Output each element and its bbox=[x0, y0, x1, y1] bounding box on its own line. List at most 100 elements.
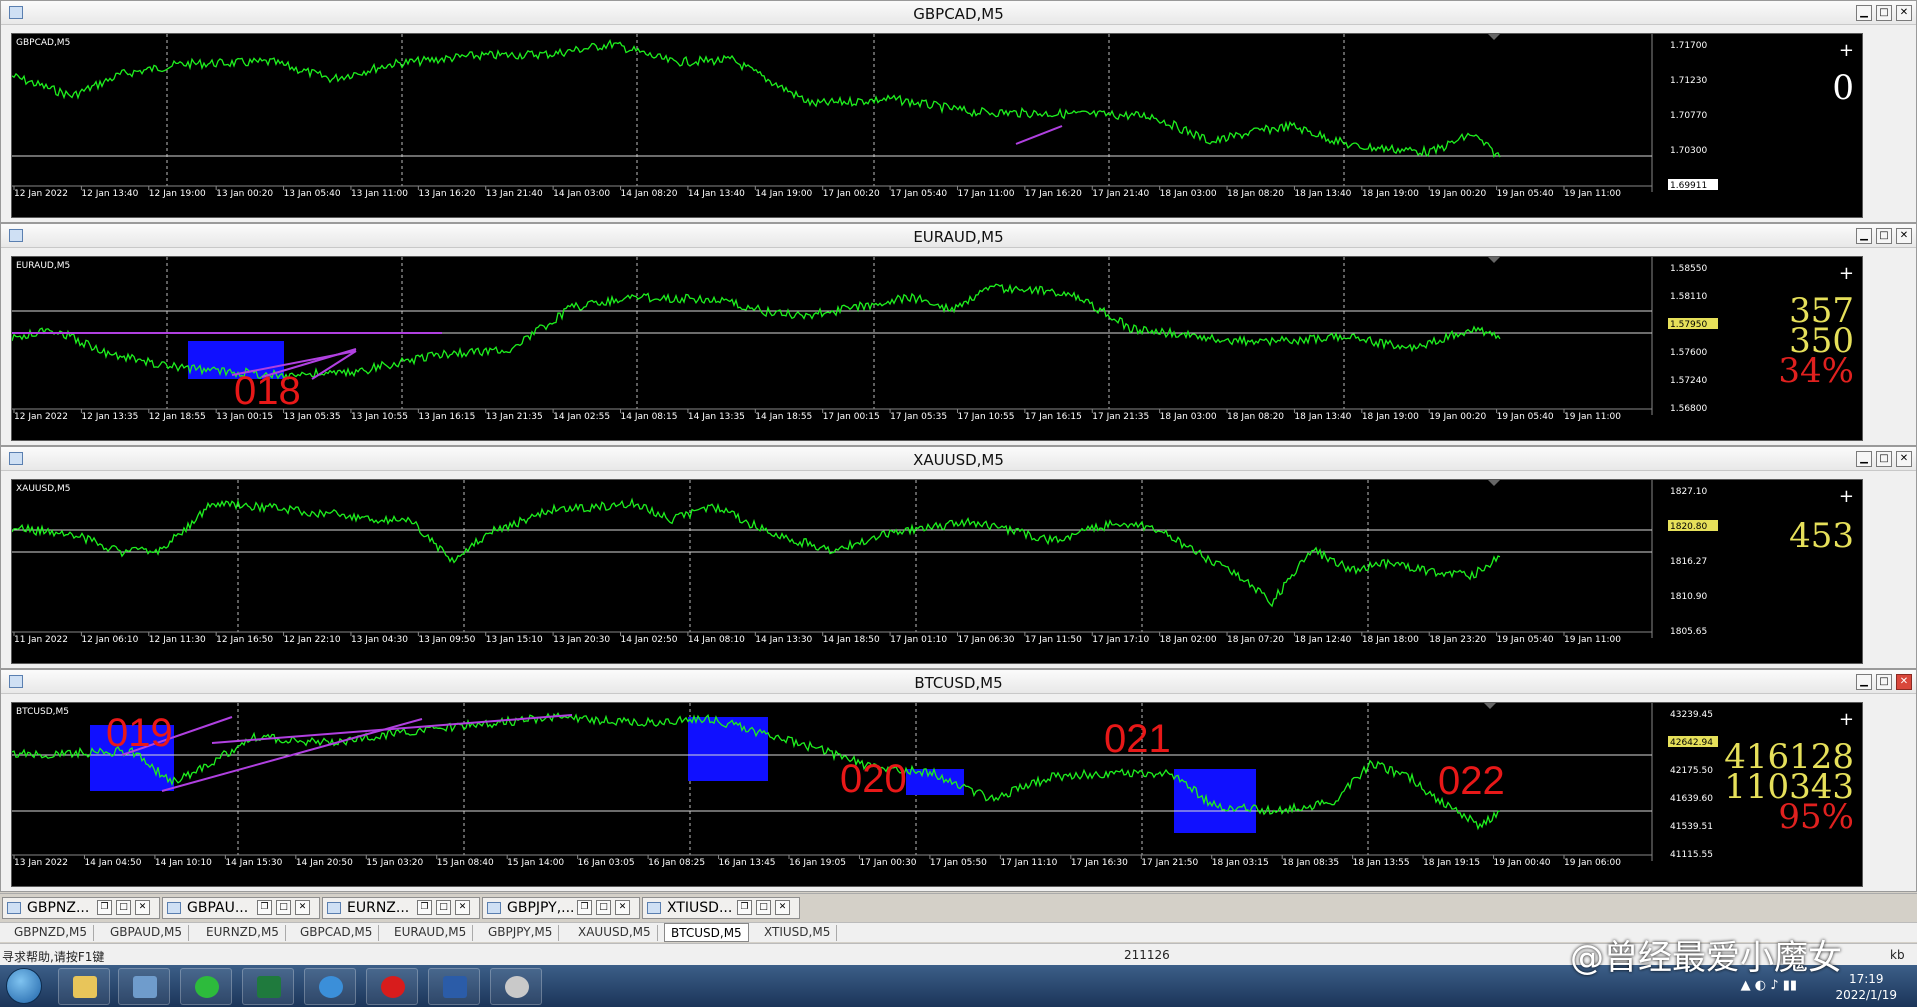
time-axis-label: 16 Jan 13:45 bbox=[719, 858, 776, 868]
maximize-button[interactable]: □ bbox=[756, 900, 771, 915]
restore-button[interactable]: ❐ bbox=[577, 900, 592, 915]
price-chart[interactable]: BTCUSD,M5 + 43239.45 42642.94 42175.50 4163… bbox=[11, 702, 1863, 887]
trend-line bbox=[211, 714, 573, 744]
close-button[interactable]: ✕ bbox=[775, 900, 790, 915]
price-series-line bbox=[12, 38, 1501, 159]
chart-tab[interactable]: XAUUSD,M5 bbox=[572, 925, 658, 941]
chart-tab[interactable]: EURNZD,M5 bbox=[200, 925, 286, 941]
time-axis-label: 14 Jan 20:50 bbox=[296, 858, 353, 868]
restore-button[interactable]: ❐ bbox=[257, 900, 272, 915]
time-axis-label: 12 Jan 2022 bbox=[14, 189, 68, 199]
maximize-button[interactable]: □ bbox=[276, 900, 291, 915]
close-button[interactable]: ✕ bbox=[295, 900, 310, 915]
time-axis-label: 16 Jan 08:25 bbox=[648, 858, 705, 868]
maximize-button[interactable]: □ bbox=[1876, 674, 1892, 690]
chart-tab[interactable]: XTIUSD,M5 bbox=[758, 925, 838, 941]
crosshair-icon[interactable]: + bbox=[1839, 263, 1854, 284]
time-axis-label: 14 Jan 03:00 bbox=[553, 189, 610, 199]
crosshair-icon[interactable]: + bbox=[1839, 40, 1854, 61]
price-chart[interactable]: XAUUSD,M5 + 1827.10 1820.80 1816.27 1810.90… bbox=[11, 479, 1863, 664]
chart-window-xauusd[interactable]: XAUUSD,M5 ▁ □ ✕ XAUUSD,M5 + 1827.10 1820.… bbox=[0, 446, 1917, 669]
chart-shift-marker-icon[interactable] bbox=[1488, 480, 1500, 486]
minimize-button[interactable]: ▁ bbox=[1856, 228, 1872, 244]
minimize-button[interactable]: ▁ bbox=[1856, 674, 1872, 690]
time-axis-label: 14 Jan 04:50 bbox=[84, 858, 141, 868]
close-button[interactable]: ✕ bbox=[615, 900, 630, 915]
minimized-window-tab[interactable]: EURNZ... ❐ □ ✕ bbox=[322, 897, 480, 919]
price-chart[interactable]: EURAUD,M5 + 1.58550 1.58110 1.57950 1.57600… bbox=[11, 256, 1863, 441]
time-axis-label: 17 Jan 16:30 bbox=[1071, 858, 1128, 868]
close-button[interactable]: ✕ bbox=[1896, 451, 1912, 467]
time-axis-label: 18 Jan 19:15 bbox=[1423, 858, 1480, 868]
system-tray-icons[interactable]: ▲ ◐ ♪ ▮▮ bbox=[1741, 978, 1797, 993]
minimize-button[interactable]: ▁ bbox=[1856, 451, 1872, 467]
wechat-app-icon[interactable] bbox=[180, 968, 232, 1005]
window-titlebar[interactable]: EURAUD,M5 ▁ □ ✕ bbox=[1, 224, 1916, 248]
chart-window-gbpcad[interactable]: GBPCAD,M5 ▁ □ ✕ GBPCAD,M5 + 1.71700 1.712… bbox=[0, 0, 1917, 223]
maximize-button[interactable]: □ bbox=[1876, 228, 1892, 244]
chart-tab[interactable]: GBPJPY,M5 bbox=[482, 925, 560, 941]
window-titlebar[interactable]: GBPCAD,M5 ▁ □ ✕ bbox=[1, 1, 1916, 25]
price-axis-label: 1816.27 bbox=[1670, 557, 1707, 567]
restore-button[interactable]: ❐ bbox=[417, 900, 432, 915]
chart-shift-marker-icon[interactable] bbox=[1488, 34, 1500, 40]
maximize-button[interactable]: □ bbox=[436, 900, 451, 915]
chart-shift-marker-icon[interactable] bbox=[1484, 703, 1496, 709]
opera-app-icon[interactable] bbox=[366, 968, 418, 1005]
chart-window-icon bbox=[167, 902, 181, 914]
restore-button[interactable]: ❐ bbox=[97, 900, 112, 915]
chart-window-icon bbox=[487, 902, 501, 914]
time-axis-label: 17 Jan 00:30 bbox=[859, 858, 916, 868]
chart-tab[interactable]: GBPNZD,M5 bbox=[8, 925, 95, 941]
start-button-icon[interactable] bbox=[6, 968, 42, 1004]
time-axis-label: 17 Jan 21:35 bbox=[1092, 412, 1149, 422]
price-chart[interactable]: GBPCAD,M5 + 1.71700 1.71230 1.70770 1.70300… bbox=[11, 33, 1863, 218]
chart-shift-marker-icon[interactable] bbox=[1488, 257, 1500, 263]
chart-tab-active[interactable]: BTCUSD,M5 bbox=[664, 923, 749, 942]
price-axis-label: 1.71700 bbox=[1670, 41, 1707, 51]
time-axis-label: 18 Jan 23:20 bbox=[1429, 635, 1486, 645]
chart-window-btcusd[interactable]: BTCUSD,M5 ▁ □ ✕ BTCUSD,M5 + 43239.45 4264… bbox=[0, 669, 1917, 892]
time-axis-label: 19 Jan 05:40 bbox=[1497, 189, 1554, 199]
symbol-label: XAUUSD,M5 bbox=[16, 484, 71, 494]
window-titlebar[interactable]: XAUUSD,M5 ▁ □ ✕ bbox=[1, 447, 1916, 471]
maximize-button[interactable]: □ bbox=[116, 900, 131, 915]
minimized-window-tab[interactable]: GBPAU... ❐ □ ✕ bbox=[162, 897, 320, 919]
metatrader-app-icon[interactable] bbox=[490, 968, 542, 1005]
taskbar-clock[interactable]: 17:19 2022/1/19 bbox=[1835, 971, 1897, 1003]
chart-tab[interactable]: GBPAUD,M5 bbox=[104, 925, 190, 941]
crosshair-icon[interactable]: + bbox=[1839, 486, 1854, 507]
browser-app-icon[interactable] bbox=[304, 968, 356, 1005]
window-titlebar[interactable]: BTCUSD,M5 ▁ □ ✕ bbox=[1, 670, 1916, 694]
minimized-window-label: EURNZ... bbox=[347, 900, 410, 916]
maximize-button[interactable]: □ bbox=[1876, 451, 1892, 467]
chart-window-euraud[interactable]: EURAUD,M5 ▁ □ ✕ EURAUD,M5 + 1.58550 1.581… bbox=[0, 223, 1917, 446]
minimized-window-tab[interactable]: XTIUSD... ❐ □ ✕ bbox=[642, 897, 800, 919]
maximize-button[interactable]: □ bbox=[596, 900, 611, 915]
time-axis-label: 18 Jan 13:55 bbox=[1353, 858, 1410, 868]
maximize-button[interactable]: □ bbox=[1876, 5, 1892, 21]
close-button[interactable]: ✕ bbox=[135, 900, 150, 915]
time-axis-label: 12 Jan 13:40 bbox=[81, 189, 138, 199]
word-app-icon[interactable] bbox=[428, 968, 480, 1005]
chart-tab[interactable]: EURAUD,M5 bbox=[388, 925, 474, 941]
crosshair-icon[interactable]: + bbox=[1839, 709, 1854, 730]
close-button[interactable]: ✕ bbox=[1896, 228, 1912, 244]
trend-line bbox=[1015, 125, 1063, 145]
window-title: EURAUD,M5 bbox=[913, 228, 1004, 246]
close-button[interactable]: ✕ bbox=[1896, 5, 1912, 21]
close-button[interactable]: ✕ bbox=[1896, 674, 1912, 690]
time-axis-label: 13 Jan 09:50 bbox=[418, 635, 475, 645]
explorer-app-icon[interactable] bbox=[58, 968, 110, 1005]
network-app-icon[interactable] bbox=[118, 968, 170, 1005]
excel-app-icon[interactable] bbox=[242, 968, 294, 1005]
chart-tab[interactable]: GBPCAD,M5 bbox=[294, 925, 380, 941]
time-axis-label: 14 Jan 08:15 bbox=[621, 412, 678, 422]
minimized-window-tab[interactable]: GBPNZ... ❐ □ ✕ bbox=[2, 897, 160, 919]
minimized-windows-bar: GBPNZ... ❐ □ ✕ GBPAU... ❐ □ ✕ EURNZ... ❐… bbox=[0, 893, 1917, 921]
close-button[interactable]: ✕ bbox=[455, 900, 470, 915]
minimize-button[interactable]: ▁ bbox=[1856, 5, 1872, 21]
restore-button[interactable]: ❐ bbox=[737, 900, 752, 915]
minimized-window-tab[interactable]: GBPJPY,... ❐ □ ✕ bbox=[482, 897, 640, 919]
price-axis-label: 1.57600 bbox=[1670, 348, 1707, 358]
